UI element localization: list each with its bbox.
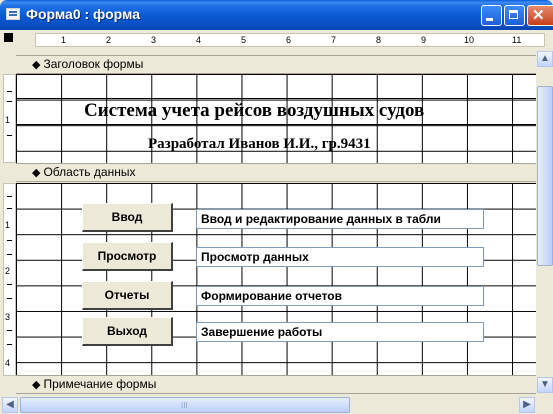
vruler-mark: 4 — [5, 358, 11, 368]
vruler-mark: 1 — [5, 115, 11, 125]
scroll-grip-icon: III — [181, 401, 188, 410]
ruler-mark: 9 — [421, 35, 427, 45]
form-subtitle-label[interactable]: Разработал Иванов И.И., гр.9431 — [148, 134, 371, 154]
horizontal-ruler[interactable]: 1 2 3 4 5 6 7 8 9 10 11 — [35, 33, 545, 47]
ruler-mark: 10 — [464, 35, 475, 45]
access-form-design-window: Форма0 : форма 1 2 3 4 5 6 7 8 9 10 11 ◆… — [0, 0, 553, 414]
input-button[interactable]: Ввод — [82, 203, 173, 232]
scroll-down-button[interactable]: ▼ — [537, 377, 553, 393]
reports-description-label[interactable]: Формирование отчетов — [196, 286, 484, 306]
input-description-label[interactable]: Ввод и редактирование данных в табли — [196, 209, 484, 229]
minimize-button[interactable] — [481, 5, 502, 26]
ruler-mark: 3 — [151, 35, 157, 45]
vertical-ruler-header: 1 — [3, 74, 16, 163]
section-arrow-icon: ◆ — [32, 167, 41, 179]
exit-button[interactable]: Выход — [82, 317, 173, 346]
vertical-ruler-detail: 1 2 3 4 — [3, 183, 16, 376]
scroll-left-button[interactable]: ◀ — [2, 397, 18, 413]
reports-button[interactable]: Отчеты — [82, 281, 173, 310]
vruler-mark: 1 — [5, 220, 11, 230]
view-description-label[interactable]: Просмотр данных — [196, 247, 484, 267]
ruler-mark: 11 — [512, 35, 522, 45]
view-button[interactable]: Просмотр — [82, 242, 173, 271]
divider — [16, 124, 536, 125]
window-title: Форма0 : форма — [26, 6, 140, 22]
exit-description-label[interactable]: Завершение работы — [196, 322, 484, 342]
vruler-mark: 3 — [5, 312, 11, 322]
ruler-mark: 2 — [106, 35, 112, 45]
ruler-mark: 1 — [61, 35, 67, 45]
title-bar[interactable]: Форма0 : форма — [0, 0, 553, 30]
detail-section-bar[interactable]: ◆ Область данных — [16, 163, 536, 182]
scroll-right-button[interactable]: ▶ — [519, 397, 535, 413]
ruler-mark: 4 — [196, 35, 202, 45]
form-title-label[interactable]: Система учета рейсов воздушных судов — [84, 99, 504, 123]
section-label: Примечание формы — [43, 377, 157, 391]
vruler-mark: 2 — [5, 266, 11, 276]
vertical-scroll-thumb[interactable] — [537, 86, 553, 266]
close-button[interactable] — [527, 5, 553, 26]
section-arrow-icon: ◆ — [32, 379, 41, 391]
form-icon — [6, 8, 20, 20]
section-label: Заголовок формы — [43, 57, 144, 71]
form-selector[interactable] — [4, 33, 13, 42]
form-header-section-bar[interactable]: ◆ Заголовок формы — [16, 55, 536, 74]
scroll-up-button[interactable]: ▲ — [537, 51, 553, 67]
ruler-mark: 7 — [331, 35, 337, 45]
section-label: Область данных — [43, 165, 136, 179]
ruler-mark: 6 — [286, 35, 292, 45]
ruler-mark: 8 — [376, 35, 382, 45]
maximize-button[interactable] — [504, 5, 525, 26]
horizontal-scroll-thumb[interactable]: III — [20, 397, 350, 413]
section-arrow-icon: ◆ — [32, 59, 41, 71]
form-footer-section-bar[interactable]: ◆ Примечание формы — [16, 375, 536, 394]
ruler-mark: 5 — [241, 35, 247, 45]
